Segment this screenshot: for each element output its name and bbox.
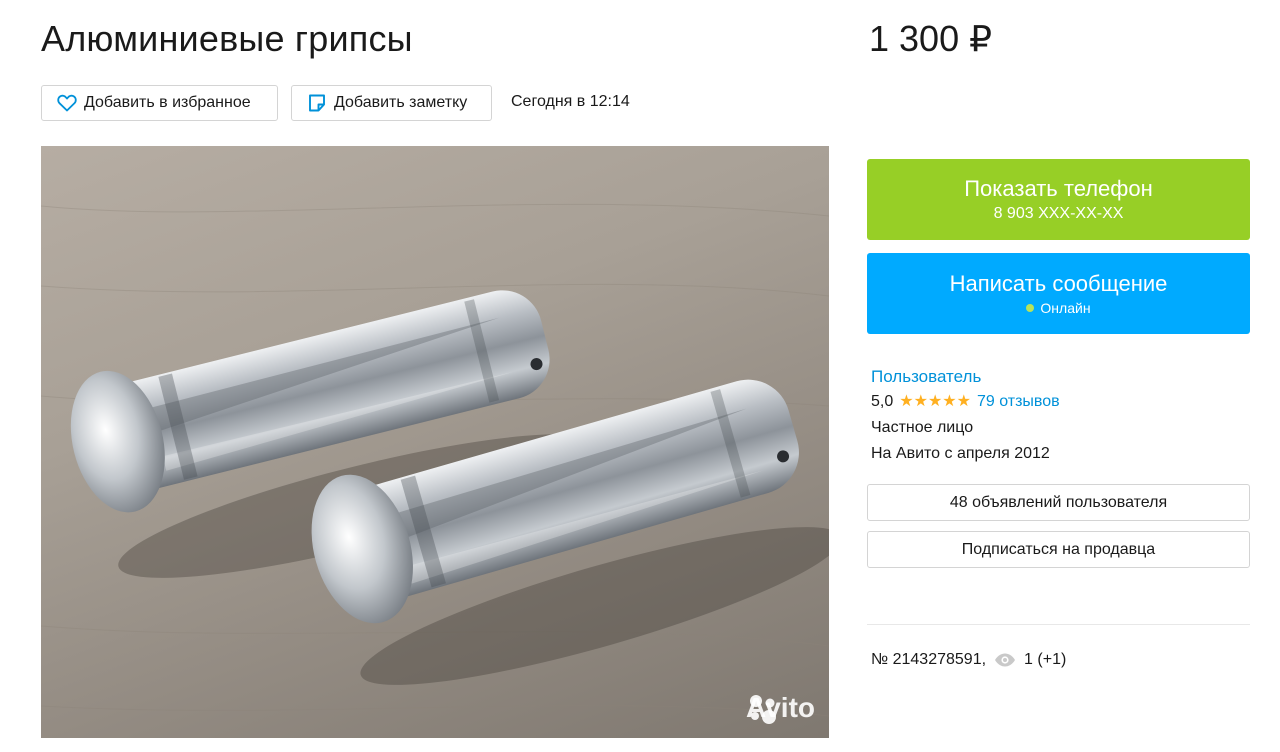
add-to-favorites-button[interactable]: Добавить в избранное <box>41 85 278 121</box>
listing-number: № 2143278591, <box>871 651 987 668</box>
listing-photo[interactable]: Avito <box>41 146 829 738</box>
listing-meta: № 2143278591, 1 (+1) <box>871 651 1066 669</box>
seller-rating: 5,0 ★★★★★ 79 отзывов <box>871 389 1251 415</box>
reviews-link[interactable]: 79 отзывов <box>977 389 1060 415</box>
eye-icon <box>994 653 1016 667</box>
grips-illustration <box>41 203 829 717</box>
avito-logo-icon <box>750 695 777 724</box>
rating-stars-icon: ★★★★★ <box>899 393 971 410</box>
listing-page: Алюминиевые грипсы 1 300 ₽ Добавить в из… <box>0 0 1280 752</box>
seller-info: Пользователь 5,0 ★★★★★ 79 отзывов Частно… <box>871 365 1251 467</box>
divider <box>867 624 1250 625</box>
masked-phone-number: 8 903 XXX-XX-XX <box>993 204 1124 222</box>
write-message-button[interactable]: Написать сообщение Онлайн <box>867 253 1250 334</box>
views-count: 1 (+1) <box>1024 651 1067 668</box>
avito-watermark: Avito <box>746 692 815 724</box>
rating-value: 5,0 <box>871 393 894 410</box>
show-phone-button[interactable]: Показать телефон 8 903 XXX-XX-XX <box>867 159 1250 240</box>
seller-ads-button[interactable]: 48 объявлений пользователя <box>867 484 1250 521</box>
heart-icon <box>56 92 78 114</box>
listing-timestamp: Сегодня в 12:14 <box>511 93 630 110</box>
note-icon <box>306 92 328 114</box>
seller-type: Частное лицо <box>871 419 974 436</box>
listing-title: Алюминиевые грипсы <box>41 18 413 59</box>
subscribe-seller-button[interactable]: Подписаться на продавца <box>867 531 1250 568</box>
show-phone-label: Показать телефон <box>964 175 1153 201</box>
listing-price: 1 300 ₽ <box>869 18 992 59</box>
seller-name-link[interactable]: Пользователь <box>871 365 1251 389</box>
add-note-label: Добавить заметку <box>334 94 468 111</box>
online-dot-icon <box>1026 303 1035 312</box>
online-status-label: Онлайн <box>1040 299 1091 316</box>
add-note-button[interactable]: Добавить заметку <box>291 85 492 121</box>
add-to-favorites-label: Добавить в избранное <box>84 94 251 111</box>
seller-since: На Авито с апреля 2012 <box>871 445 1050 462</box>
online-status: Онлайн <box>1026 298 1091 318</box>
write-message-label: Написать сообщение <box>949 270 1168 296</box>
